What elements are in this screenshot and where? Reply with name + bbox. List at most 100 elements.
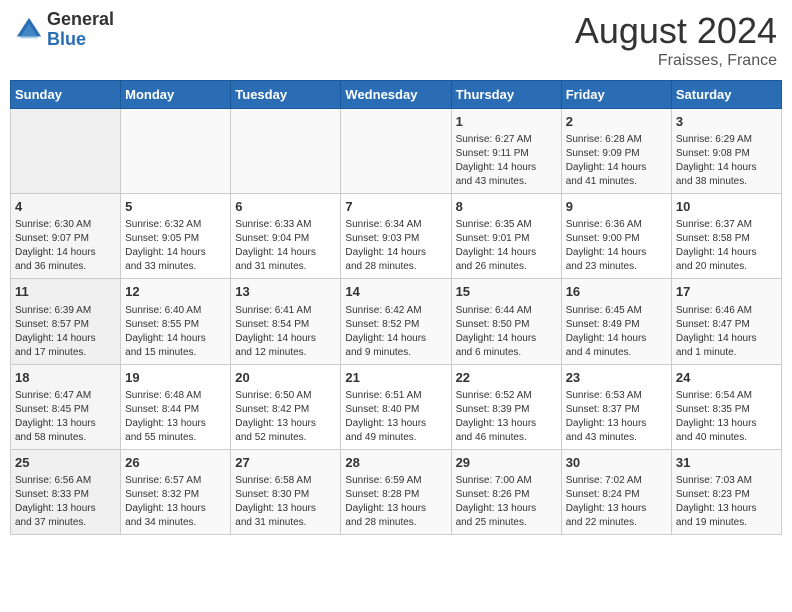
day-number-30: 30 [566,454,667,472]
day-number-6: 6 [235,198,336,216]
day-info-17: Sunrise: 6:46 AM Sunset: 8:47 PM Dayligh… [676,304,777,360]
day-info-9: Sunrise: 6:36 AM Sunset: 9:00 PM Dayligh… [566,218,667,274]
logo-general-text: General [47,10,114,30]
day-cell-25: 25 Sunrise: 6:56 AM Sunset: 8:33 PM Dayli… [11,449,121,534]
weekday-header-saturday: Saturday [671,81,781,109]
day-number-9: 9 [566,198,667,216]
day-number-26: 26 [125,454,226,472]
logo: General Blue [15,10,114,50]
day-info-31: Sunrise: 7:03 AM Sunset: 8:23 PM Dayligh… [676,474,777,530]
calendar-table: SundayMondayTuesdayWednesdayThursdayFrid… [10,80,782,535]
week-row-5: 25 Sunrise: 6:56 AM Sunset: 8:33 PM Dayli… [11,449,782,534]
day-info-18: Sunrise: 6:47 AM Sunset: 8:45 PM Dayligh… [15,389,116,445]
day-cell-13: 13Sunrise: 6:41 AM Sunset: 8:54 PM Dayli… [231,279,341,364]
day-info-22: Sunrise: 6:52 AM Sunset: 8:39 PM Dayligh… [456,389,557,445]
week-row-1: 1 Sunrise: 6:27 AM Sunset: 9:11 PM Daylig… [11,109,782,194]
day-info-12: Sunrise: 6:40 AM Sunset: 8:55 PM Dayligh… [125,304,226,360]
day-cell-10: 10 Sunrise: 6:37 AM Sunset: 8:58 PM Dayli… [671,194,781,279]
weekday-header-wednesday: Wednesday [341,81,451,109]
day-cell-20: 20 Sunrise: 6:50 AM Sunset: 8:42 PM Dayli… [231,364,341,449]
day-info-14: Sunrise: 6:42 AM Sunset: 8:52 PM Dayligh… [345,304,446,360]
month-year: August 2024 [575,10,777,52]
day-cell-3: 3 Sunrise: 6:29 AM Sunset: 9:08 PM Daylig… [671,109,781,194]
empty-cell [231,109,341,194]
day-cell-15: 15 Sunrise: 6:44 AM Sunset: 8:50 PM Dayli… [451,279,561,364]
day-info-3: Sunrise: 6:29 AM Sunset: 9:08 PM Dayligh… [676,133,777,189]
day-number-24: 24 [676,369,777,387]
day-info-13: Sunrise: 6:41 AM Sunset: 8:54 PM Dayligh… [235,304,336,360]
day-number-23: 23 [566,369,667,387]
day-info-28: Sunrise: 6:59 AM Sunset: 8:28 PM Dayligh… [345,474,446,530]
day-number-25: 25 [15,454,116,472]
location: Fraisses, France [575,52,777,70]
day-number-4: 4 [15,198,116,216]
day-number-14: 14 [345,283,446,301]
day-cell-22: 22 Sunrise: 6:52 AM Sunset: 8:39 PM Dayli… [451,364,561,449]
day-cell-6: 6Sunrise: 6:33 AM Sunset: 9:04 PM Daylig… [231,194,341,279]
day-cell-12: 12 Sunrise: 6:40 AM Sunset: 8:55 PM Dayli… [121,279,231,364]
title-block: August 2024 Fraisses, France [575,10,777,70]
day-cell-2: 2 Sunrise: 6:28 AM Sunset: 9:09 PM Daylig… [561,109,671,194]
day-cell-17: 17Sunrise: 6:46 AM Sunset: 8:47 PM Dayli… [671,279,781,364]
empty-cell [341,109,451,194]
weekday-header-tuesday: Tuesday [231,81,341,109]
week-row-4: 18 Sunrise: 6:47 AM Sunset: 8:45 PM Dayli… [11,364,782,449]
day-number-10: 10 [676,198,777,216]
logo-blue-text: Blue [47,30,114,50]
day-cell-27: 27 Sunrise: 6:58 AM Sunset: 8:30 PM Dayli… [231,449,341,534]
day-number-28: 28 [345,454,446,472]
day-info-1: Sunrise: 6:27 AM Sunset: 9:11 PM Dayligh… [456,133,557,189]
day-info-8: Sunrise: 6:35 AM Sunset: 9:01 PM Dayligh… [456,218,557,274]
day-number-31: 31 [676,454,777,472]
day-cell-14: 14 Sunrise: 6:42 AM Sunset: 8:52 PM Dayli… [341,279,451,364]
page-header: General Blue August 2024 Fraisses, Franc… [10,10,782,70]
day-number-19: 19 [125,369,226,387]
day-info-29: Sunrise: 7:00 AM Sunset: 8:26 PM Dayligh… [456,474,557,530]
day-cell-28: 28 Sunrise: 6:59 AM Sunset: 8:28 PM Dayli… [341,449,451,534]
day-info-20: Sunrise: 6:50 AM Sunset: 8:42 PM Dayligh… [235,389,336,445]
empty-cell [121,109,231,194]
day-number-18: 18 [15,369,116,387]
day-info-15: Sunrise: 6:44 AM Sunset: 8:50 PM Dayligh… [456,304,557,360]
day-info-11: Sunrise: 6:39 AM Sunset: 8:57 PM Dayligh… [15,304,116,360]
day-number-15: 15 [456,283,557,301]
week-row-2: 4Sunrise: 6:30 AM Sunset: 9:07 PM Daylig… [11,194,782,279]
day-info-16: Sunrise: 6:45 AM Sunset: 8:49 PM Dayligh… [566,304,667,360]
day-cell-30: 30 Sunrise: 7:02 AM Sunset: 8:24 PM Dayli… [561,449,671,534]
day-number-16: 16 [566,283,667,301]
day-info-21: Sunrise: 6:51 AM Sunset: 8:40 PM Dayligh… [345,389,446,445]
day-number-11: 11 [15,283,116,301]
day-number-21: 21 [345,369,446,387]
day-number-8: 8 [456,198,557,216]
day-cell-31: 31 Sunrise: 7:03 AM Sunset: 8:23 PM Dayli… [671,449,781,534]
logo-icon [15,16,43,44]
day-number-27: 27 [235,454,336,472]
day-number-29: 29 [456,454,557,472]
day-cell-9: 9 Sunrise: 6:36 AM Sunset: 9:00 PM Daylig… [561,194,671,279]
day-cell-7: 7Sunrise: 6:34 AM Sunset: 9:03 PM Daylig… [341,194,451,279]
day-info-7: Sunrise: 6:34 AM Sunset: 9:03 PM Dayligh… [345,218,446,274]
day-info-19: Sunrise: 6:48 AM Sunset: 8:44 PM Dayligh… [125,389,226,445]
day-cell-24: 24 Sunrise: 6:54 AM Sunset: 8:35 PM Dayli… [671,364,781,449]
weekday-header-monday: Monday [121,81,231,109]
day-info-24: Sunrise: 6:54 AM Sunset: 8:35 PM Dayligh… [676,389,777,445]
week-row-3: 11 Sunrise: 6:39 AM Sunset: 8:57 PM Dayli… [11,279,782,364]
day-cell-1: 1 Sunrise: 6:27 AM Sunset: 9:11 PM Daylig… [451,109,561,194]
day-info-10: Sunrise: 6:37 AM Sunset: 8:58 PM Dayligh… [676,218,777,274]
day-info-25: Sunrise: 6:56 AM Sunset: 8:33 PM Dayligh… [15,474,116,530]
day-number-22: 22 [456,369,557,387]
day-info-2: Sunrise: 6:28 AM Sunset: 9:09 PM Dayligh… [566,133,667,189]
weekday-header-sunday: Sunday [11,81,121,109]
day-number-3: 3 [676,113,777,131]
day-number-12: 12 [125,283,226,301]
day-cell-21: 21 Sunrise: 6:51 AM Sunset: 8:40 PM Dayli… [341,364,451,449]
day-cell-5: 5Sunrise: 6:32 AM Sunset: 9:05 PM Daylig… [121,194,231,279]
empty-cell [11,109,121,194]
day-info-27: Sunrise: 6:58 AM Sunset: 8:30 PM Dayligh… [235,474,336,530]
day-number-1: 1 [456,113,557,131]
day-info-30: Sunrise: 7:02 AM Sunset: 8:24 PM Dayligh… [566,474,667,530]
day-info-23: Sunrise: 6:53 AM Sunset: 8:37 PM Dayligh… [566,389,667,445]
day-number-20: 20 [235,369,336,387]
day-number-2: 2 [566,113,667,131]
day-cell-11: 11 Sunrise: 6:39 AM Sunset: 8:57 PM Dayli… [11,279,121,364]
